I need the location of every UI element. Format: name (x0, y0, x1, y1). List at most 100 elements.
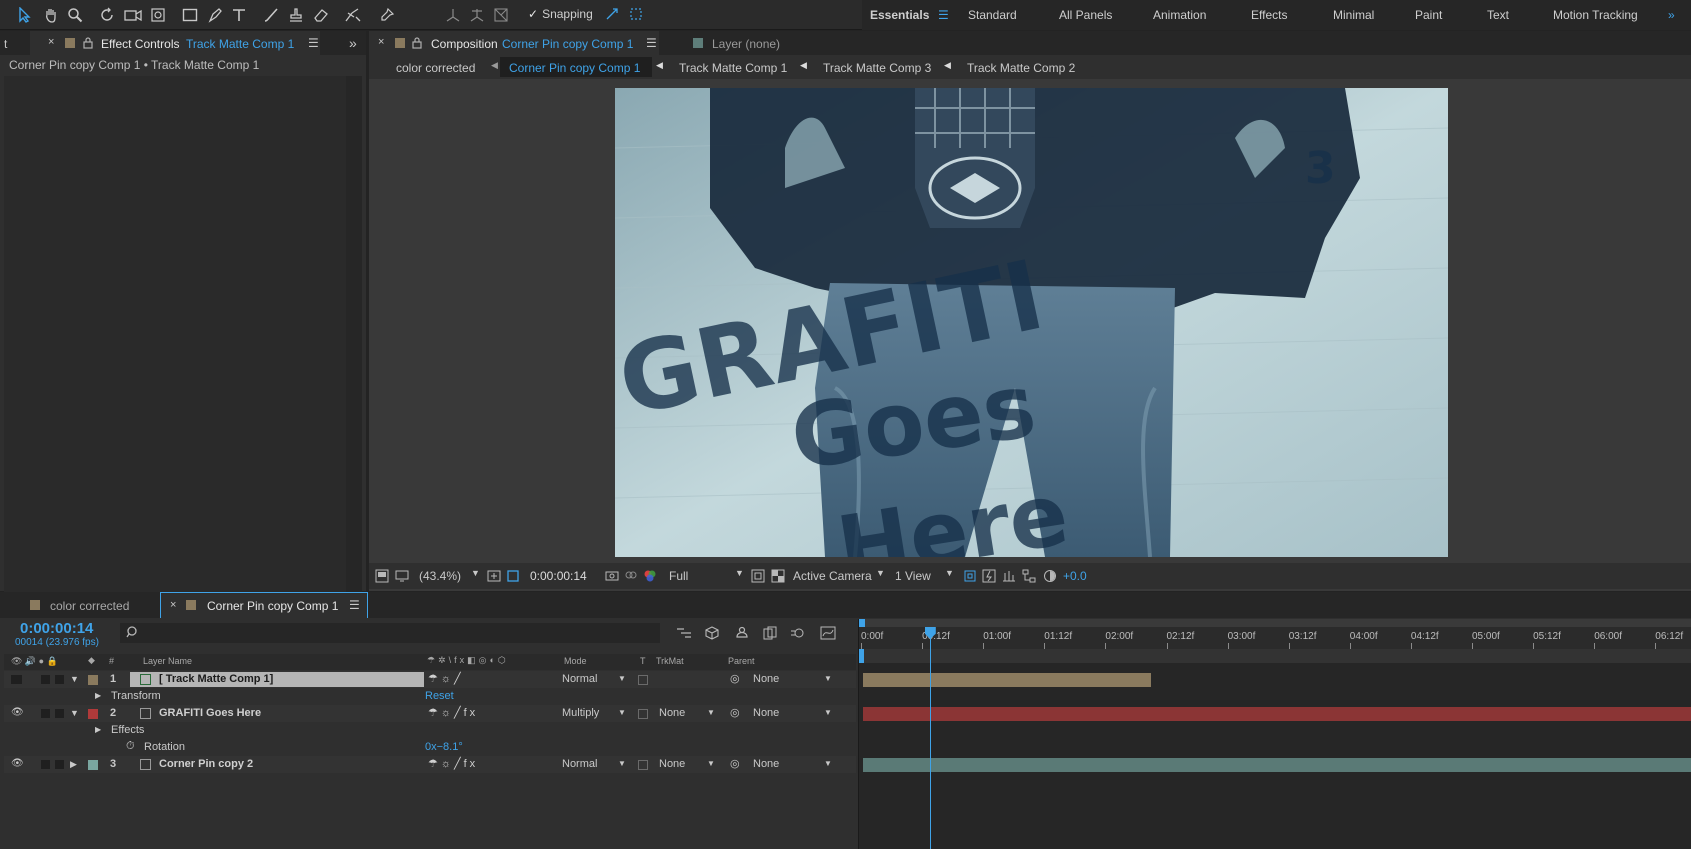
exposure-value[interactable]: +0.0 (1063, 569, 1087, 583)
rotation-tool-icon[interactable] (96, 4, 118, 26)
chevron-down-icon[interactable]: ▼ (707, 759, 715, 768)
workspace-text[interactable]: Text (1487, 8, 1509, 22)
always-preview-icon[interactable] (375, 569, 389, 583)
exposure-reset-icon[interactable] (1043, 569, 1057, 583)
chevron-down-icon[interactable]: ▼ (735, 568, 744, 578)
graph-editor-icon[interactable] (820, 625, 836, 641)
column-layer-name[interactable]: Layer Name (143, 656, 192, 666)
world-axis-mode-icon[interactable] (466, 4, 488, 26)
flow-item-track-matte-1[interactable]: Track Matte Comp 1 (679, 61, 787, 75)
lock-toggle-box[interactable] (55, 760, 64, 769)
monitor-icon[interactable] (395, 569, 409, 583)
time-ruler[interactable]: 0:00f 00:12f 01:00f 01:12f 02:00f 02:12f 03:00… (859, 627, 1691, 649)
snapping-toggle[interactable]: ✓ Snapping (528, 7, 643, 21)
trkmat-value[interactable]: None (659, 707, 685, 719)
workspace-all-panels[interactable]: All Panels (1059, 8, 1112, 22)
layer-duration-bar[interactable] (863, 758, 1691, 772)
property-value[interactable]: Reset (425, 690, 454, 702)
layer-switches-icons[interactable]: ☂☼╱ (428, 672, 464, 685)
type-tool-icon[interactable] (228, 4, 250, 26)
parent-value[interactable]: None (753, 758, 779, 770)
lock-toggle-box[interactable] (55, 709, 64, 718)
composition-tab[interactable]: × Composition Corner Pin copy Comp 1 ☰ (369, 31, 659, 55)
layer-label-color[interactable] (88, 760, 98, 770)
resolution-value[interactable]: Full (669, 569, 688, 583)
layer-name[interactable]: GRAFITI Goes Here (159, 707, 261, 719)
snap-features-icon[interactable] (629, 7, 643, 21)
transparency-grid-icon[interactable] (771, 569, 785, 583)
snap-edges-icon[interactable] (605, 7, 619, 21)
lock-icon[interactable] (412, 36, 422, 49)
layer-tab[interactable]: Layer (none) (712, 37, 780, 51)
pick-whip-icon[interactable]: ◎ (730, 757, 740, 770)
workspace-standard[interactable]: Standard (968, 8, 1017, 22)
frame-blending-icon[interactable] (762, 625, 778, 641)
navigator-start-handle[interactable] (859, 619, 865, 627)
chevron-down-icon[interactable]: ▼ (876, 568, 885, 578)
pen-tool-icon[interactable] (204, 4, 226, 26)
layer-row[interactable]: ▼ 1 [ Track Matte Comp 1] ☂☼╱ Normal ▼ ◎… (4, 671, 856, 688)
hand-tool-icon[interactable] (40, 4, 62, 26)
workspace-menu-icon[interactable]: ☰ (938, 8, 949, 22)
flow-item-active[interactable]: Corner Pin copy Comp 1 (500, 57, 652, 77)
layer-name[interactable]: Corner Pin copy 2 (159, 758, 253, 770)
close-icon[interactable]: × (378, 36, 384, 48)
effect-controls-tab[interactable]: × Effect Controls Track Matte Comp 1 ☰ (30, 31, 320, 55)
solo-toggle-box[interactable] (41, 760, 50, 769)
pick-whip-icon[interactable]: ◎ (730, 672, 740, 685)
trkmat-value[interactable]: None (659, 758, 685, 770)
rectangle-tool-icon[interactable] (179, 4, 201, 26)
video-eye-icon[interactable]: 👁 (11, 707, 24, 718)
column-trkmat[interactable]: TrkMat (656, 656, 684, 666)
effect-controls-scrollbar[interactable] (346, 76, 362, 596)
composition-mini-flowchart-icon[interactable] (676, 626, 692, 640)
show-snapshot-icon[interactable] (624, 569, 638, 581)
column-mode[interactable]: Mode (564, 656, 587, 666)
timeline-icon[interactable] (1002, 569, 1016, 583)
local-axis-mode-icon[interactable] (442, 4, 464, 26)
layer-label-color[interactable] (88, 709, 98, 719)
property-row[interactable]: ⏱ Rotation 0x−8.1° (4, 739, 856, 756)
playhead[interactable] (924, 627, 936, 849)
stub-tab[interactable]: t (4, 37, 7, 51)
snapshot-camera-icon[interactable] (605, 569, 619, 581)
twirl-right-icon[interactable]: ▶ (95, 691, 101, 700)
layer-switches-icons[interactable]: ☂☼╱fx (428, 757, 478, 770)
layer-duration-bar[interactable] (863, 673, 1151, 687)
puppet-pin-tool-icon[interactable] (376, 4, 398, 26)
zoom-tool-icon[interactable] (64, 4, 86, 26)
view-axis-mode-icon[interactable] (490, 4, 512, 26)
chevron-down-icon[interactable]: ▼ (618, 674, 626, 683)
twirl-right-icon[interactable]: ▶ (95, 725, 101, 734)
eraser-tool-icon[interactable] (310, 4, 332, 26)
layer-label-color[interactable] (88, 675, 98, 685)
roto-brush-tool-icon[interactable] (342, 4, 364, 26)
close-icon[interactable]: × (48, 36, 54, 48)
timeline-search-input[interactable] (120, 623, 660, 643)
workspace-animation[interactable]: Animation (1153, 8, 1206, 22)
twirl-right-icon[interactable]: ▶ (70, 759, 77, 770)
panel-overflow-icon[interactable]: » (349, 35, 357, 51)
chevron-down-icon[interactable]: ▼ (824, 759, 832, 768)
panel-menu-icon[interactable]: ☰ (646, 36, 657, 50)
workspace-paint[interactable]: Paint (1415, 8, 1442, 22)
pick-whip-icon[interactable]: ◎ (730, 706, 740, 719)
blending-mode-value[interactable]: Normal (562, 673, 597, 685)
flow-item-color-corrected[interactable]: color corrected (396, 61, 475, 75)
work-area-start-handle[interactable] (859, 649, 864, 663)
layer-name[interactable]: [ Track Matte Comp 1] (159, 673, 273, 685)
close-icon[interactable]: × (170, 599, 176, 611)
flow-item-track-matte-2[interactable]: Track Matte Comp 2 (967, 61, 1075, 75)
chevron-down-icon[interactable]: ▼ (824, 674, 832, 683)
hide-shy-layers-icon[interactable] (734, 625, 750, 641)
stopwatch-icon[interactable]: ⏱ (126, 740, 135, 753)
work-area-bar[interactable] (859, 649, 1691, 663)
title-action-safe-icon[interactable] (487, 569, 501, 583)
region-of-interest-icon[interactable] (751, 569, 765, 583)
property-row[interactable]: ▶ Transform Reset (4, 688, 856, 705)
chevron-down-icon[interactable]: ▼ (471, 568, 480, 578)
magnification-value[interactable]: (43.4%) (419, 569, 461, 583)
timeline-current-time[interactable]: 0:00:00:14 (20, 620, 93, 637)
video-eye-icon[interactable]: 👁 (11, 758, 24, 769)
time-navigator[interactable] (859, 619, 1691, 627)
